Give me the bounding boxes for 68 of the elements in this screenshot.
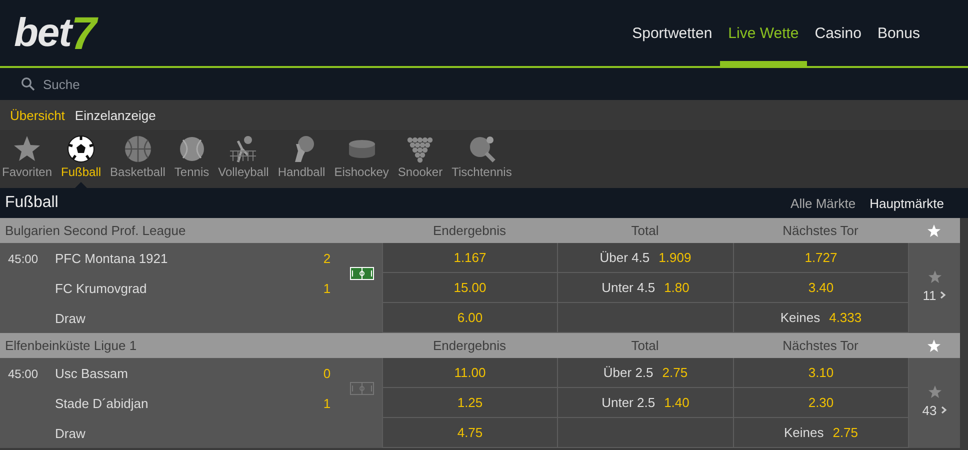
odds-button[interactable]: 3.10 (733, 358, 908, 388)
snooker-balls-icon (405, 135, 436, 163)
score: 1 (322, 280, 332, 296)
nav-link[interactable]: Casino (806, 0, 870, 66)
sport-tab[interactable]: Snooker (398, 130, 443, 188)
odds-button[interactable]: Unter 2.5 1.40 (557, 388, 733, 418)
team-name: Draw (55, 310, 86, 326)
odds-button[interactable]: 11.00 (382, 358, 557, 388)
view-tab[interactable]: Einzelanzeige (74, 108, 156, 122)
soccer-ball-icon (66, 135, 96, 163)
sport-tab[interactable]: Basketball (110, 130, 166, 188)
sport-tab[interactable]: Tischtennis (452, 130, 512, 188)
star-icon[interactable] (927, 338, 941, 352)
nav-link[interactable]: Bonus (869, 0, 928, 66)
basketball-icon (122, 135, 153, 163)
score: 2 (322, 250, 332, 266)
odds-button[interactable]: Unter 4.5 1.80 (557, 273, 733, 303)
team-name: PFC Montana 1921 (55, 250, 169, 266)
odds-button[interactable]: 2.30 (733, 388, 908, 418)
star-icon[interactable] (927, 224, 941, 238)
star-icon[interactable] (928, 384, 942, 398)
search-field[interactable]: Suche (43, 76, 243, 92)
more-markets-link[interactable]: 11 (922, 288, 946, 302)
view-tab[interactable]: Übersicht (10, 108, 65, 122)
odds-button[interactable]: Keines 4.333 (733, 303, 908, 333)
odds-button[interactable]: 3.40 (733, 273, 908, 303)
search-icon (21, 77, 35, 91)
sport-tab[interactable]: Eishockey (334, 130, 389, 188)
star-icon (12, 135, 42, 163)
sport-tab[interactable]: Handball (278, 130, 326, 188)
column-header: Total (630, 223, 660, 238)
league-name: Elfenbeinküste Ligue 1 (4, 338, 138, 353)
star-icon[interactable] (928, 270, 942, 284)
team-name: Stade D´abidjan (55, 396, 150, 410)
sport-tab[interactable]: Tennis (174, 130, 210, 188)
sport-tab[interactable]: Favoriten (2, 130, 52, 188)
odds-button[interactable]: 1.25 (382, 388, 557, 418)
market-filter[interactable]: Alle Märkte (790, 196, 856, 210)
sport-tab[interactable]: Volleyball (218, 130, 269, 188)
column-header: Endergebnis (432, 338, 507, 353)
odds-button[interactable]: Über 2.5 2.75 (557, 358, 733, 388)
team-name: FC Krumovgrad (55, 280, 148, 296)
column-header: Endergebnis (432, 223, 507, 238)
match-time: 45:00 (7, 366, 40, 381)
column-header: Total (630, 338, 660, 353)
team-name: Usc Bassam (55, 366, 129, 380)
match-time: 45:00 (7, 251, 40, 266)
odds-button[interactable]: 6.00 (382, 303, 557, 333)
column-header: Nächstes Tor (782, 338, 860, 353)
chevron-right-icon (940, 406, 947, 414)
volleyball-net-icon (228, 135, 258, 163)
market-filter[interactable]: Hauptmärkte (870, 196, 944, 210)
odds-button[interactable]: 15.00 (382, 273, 557, 303)
chevron-right-icon (940, 291, 946, 299)
logo[interactable]: bet7 (14, 0, 96, 66)
odds-button[interactable]: Über 4.5 1.909 (557, 243, 733, 273)
odds-button[interactable]: Keines 2.75 (733, 418, 908, 448)
section-title: Fußball (5, 194, 58, 212)
score: 0 (322, 366, 332, 380)
team-name: Draw (55, 426, 86, 440)
league-name: Bulgarien Second Prof. League (4, 223, 187, 238)
odds-button[interactable]: 1.167 (382, 243, 557, 273)
odds-button[interactable]: 4.75 (382, 418, 557, 448)
odds-button[interactable]: 1.727 (733, 243, 908, 273)
score: 1 (322, 396, 332, 410)
nav-link[interactable]: Sportwetten (624, 0, 720, 66)
more-markets-link[interactable]: 43 (922, 402, 947, 418)
column-header: Nächstes Tor (782, 223, 860, 238)
